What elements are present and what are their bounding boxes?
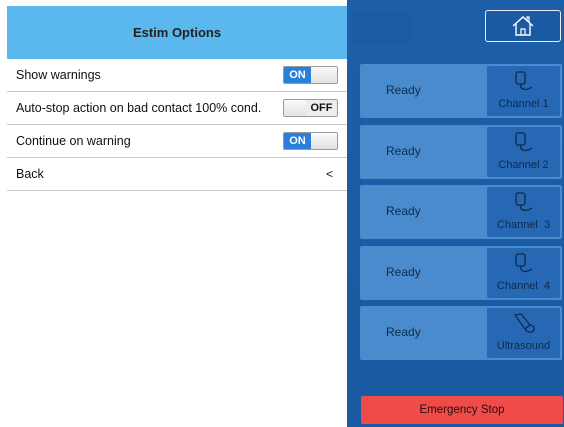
home-icon: [512, 16, 534, 36]
channel-card-4[interactable]: Ready Channel 4: [360, 246, 562, 300]
home-button[interactable]: [485, 10, 561, 42]
channel-panel: Ready Channel 1 Ready Channel 2 Ready Ch…: [347, 0, 564, 427]
channel-card-ultrasound[interactable]: Ready Ultrasound: [360, 306, 562, 360]
option-auto-stop: Auto-stop action on bad contact 100% con…: [7, 92, 347, 125]
channel-status: Ready: [386, 325, 421, 339]
electrode-icon: [515, 71, 533, 91]
option-label: Auto-stop action on bad contact 100% con…: [16, 101, 262, 115]
channel-status: Ready: [386, 204, 421, 218]
channel-button-4[interactable]: Channel 4: [487, 248, 560, 298]
back-row[interactable]: Back <: [7, 158, 347, 191]
option-label: Continue on warning: [16, 134, 131, 148]
settings-panel: Estim Options Show warnings ON Auto-stop…: [0, 0, 347, 427]
option-label: Show warnings: [16, 68, 101, 82]
page-title: Estim Options: [7, 6, 347, 59]
electrode-icon: [515, 253, 533, 273]
channel-card-3[interactable]: Ready Channel 3: [360, 185, 562, 239]
auto-stop-toggle[interactable]: OFF: [283, 99, 338, 117]
channel-card-2[interactable]: Ready Channel 2: [360, 125, 562, 179]
electrode-icon: [515, 192, 533, 212]
option-continue-on-warning: Continue on warning ON: [7, 125, 347, 158]
ultrasound-button[interactable]: Ultrasound: [487, 308, 560, 358]
show-warnings-toggle[interactable]: ON: [283, 66, 338, 84]
channel-button-2[interactable]: Channel 2: [487, 127, 560, 177]
back-label: Back: [16, 167, 44, 181]
toggle-state: ON: [284, 67, 311, 83]
channel-button-1[interactable]: Channel 1: [487, 66, 560, 116]
channel-button-3[interactable]: Channel 3: [487, 187, 560, 237]
channel-status: Ready: [386, 265, 421, 279]
electrode-icon: [515, 132, 533, 152]
channel-status: Ready: [386, 144, 421, 158]
top-bar-placeholder: [352, 11, 412, 43]
continue-on-warning-toggle[interactable]: ON: [283, 132, 338, 150]
option-show-warnings: Show warnings ON: [7, 59, 347, 92]
channel-label: Channel 4: [496, 280, 551, 292]
emergency-stop-button[interactable]: Emergency Stop: [361, 396, 563, 424]
toggle-state: ON: [284, 133, 311, 149]
channel-label: Channel 2: [498, 159, 549, 171]
toggle-state: OFF: [306, 100, 337, 116]
ultrasound-probe-icon: [513, 313, 535, 333]
channel-label: Ultrasound: [496, 340, 551, 352]
channel-card-1[interactable]: Ready Channel 1: [360, 64, 562, 118]
channel-status: Ready: [386, 83, 421, 97]
channel-label: Channel 3: [496, 219, 551, 231]
channel-label: Channel 1: [498, 98, 549, 110]
chevron-left-icon: <: [325, 167, 333, 181]
